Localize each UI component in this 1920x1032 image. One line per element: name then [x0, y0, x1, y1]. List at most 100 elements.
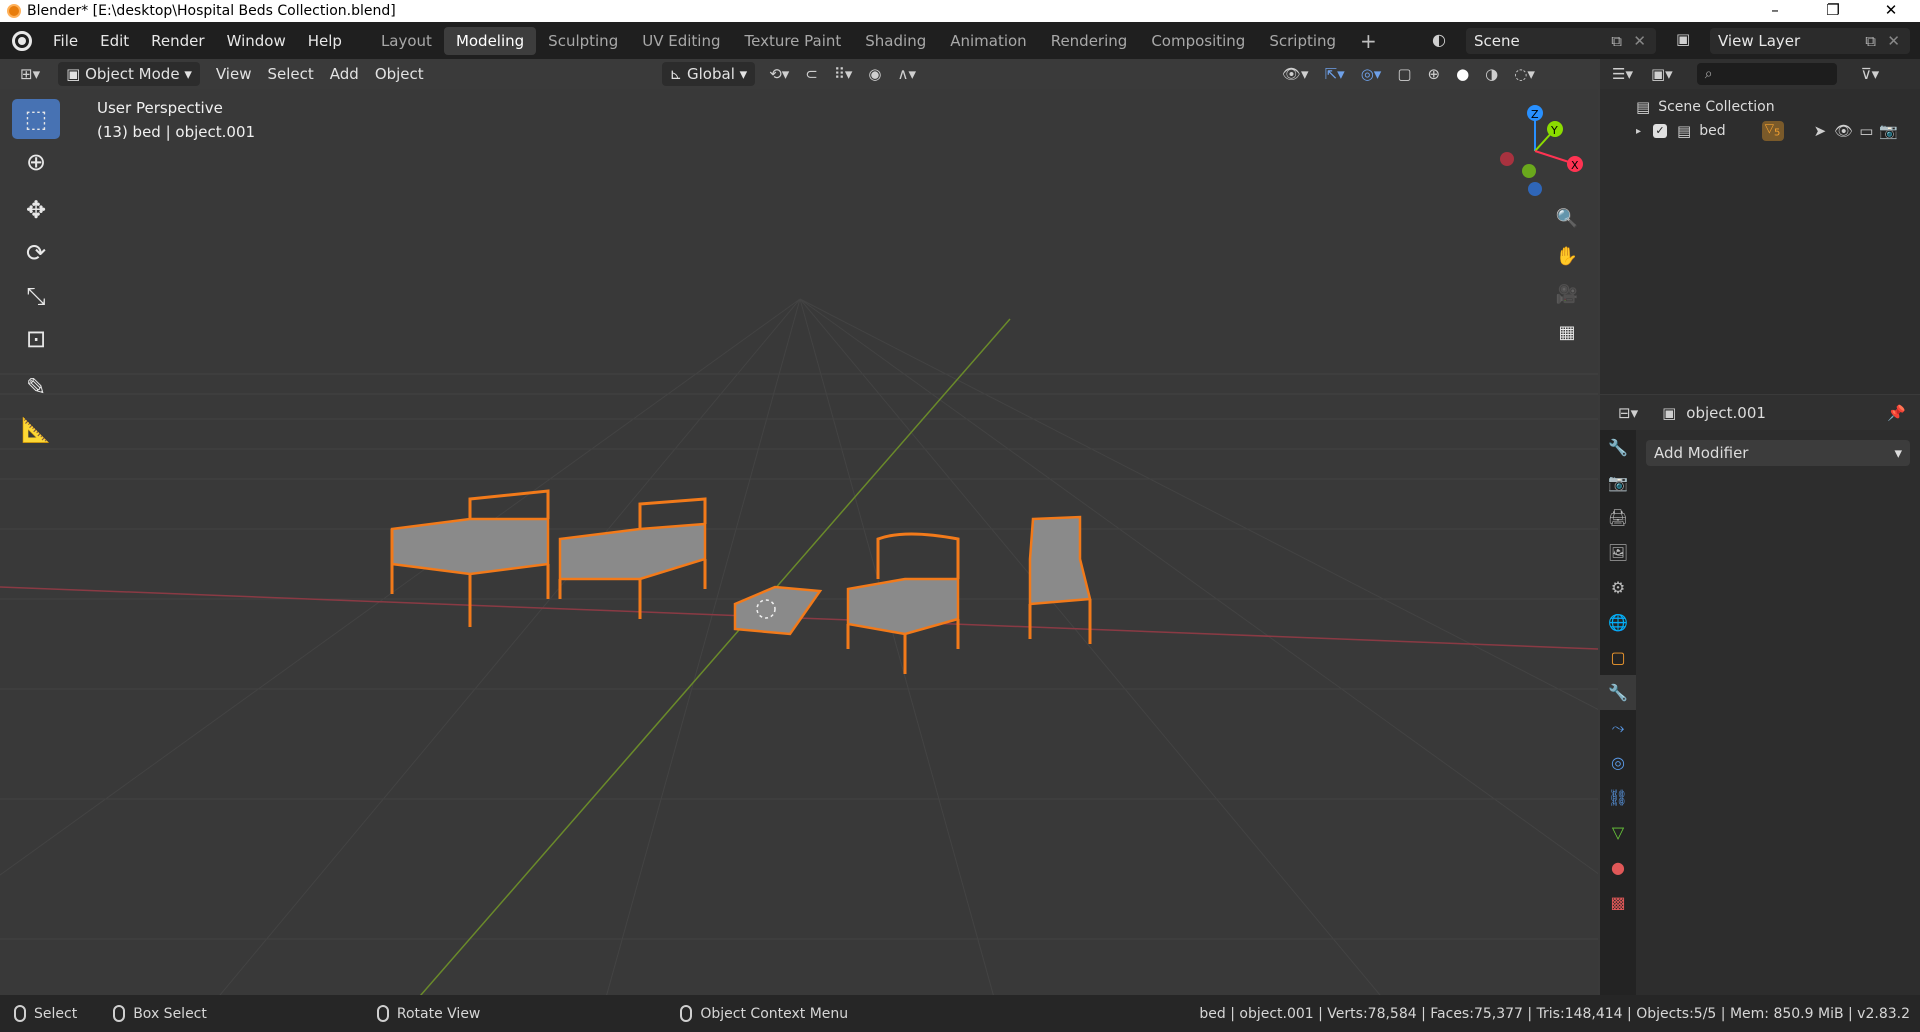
header-menu-add[interactable]: Add — [322, 62, 367, 86]
tab-animation[interactable]: Animation — [938, 27, 1038, 55]
stretcher-object-active[interactable] — [733, 585, 823, 636]
hint-box-select: Box Select — [133, 1005, 207, 1022]
texture-tab-icon[interactable]: ▩ — [1600, 885, 1636, 920]
snap-icon[interactable]: ⊂ — [797, 62, 826, 86]
object-data-tab-icon[interactable]: ▽ — [1600, 815, 1636, 850]
camera-view-icon[interactable]: 🎥 — [1550, 277, 1584, 311]
rotate-tool-icon[interactable]: ⟳ — [12, 233, 60, 273]
wireframe-shading-icon[interactable]: ⊕ — [1420, 62, 1449, 86]
blender-menu-icon[interactable] — [12, 30, 32, 51]
render-disable-icon[interactable]: 📷 — [1879, 122, 1898, 140]
gizmo-neg-z-icon[interactable] — [1528, 182, 1542, 196]
move-tool-icon[interactable]: ✥ — [12, 190, 60, 230]
render-tab-icon[interactable]: 📷 — [1600, 465, 1636, 500]
transform-orientation-dropdown[interactable]: ⊾ Global ▾ — [661, 62, 756, 86]
tab-compositing[interactable]: Compositing — [1139, 27, 1257, 55]
menu-render[interactable]: Render — [140, 32, 215, 50]
snap-target-icon[interactable]: ⠿▾ — [826, 62, 861, 86]
properties-editor-icon[interactable]: ⊟▾ — [1618, 404, 1638, 422]
world-tab-icon[interactable]: 🌐 — [1600, 605, 1636, 640]
physics-tab-icon[interactable]: ◎ — [1600, 745, 1636, 780]
expand-arrow-icon[interactable]: ▸ — [1636, 126, 1641, 137]
tab-layout[interactable]: Layout — [369, 27, 444, 55]
outliner-editor-icon[interactable]: ☰▾ — [1612, 65, 1633, 83]
menu-window[interactable]: Window — [216, 32, 297, 50]
measure-tool-icon[interactable]: 📐 — [12, 410, 60, 450]
outliner-row-bed[interactable]: ▸ ✓ ▤ bed ▽5 ➤ 👁 ▭ 📷 — [1600, 119, 1920, 143]
scene-field[interactable]: Scene ⧉ ✕ — [1466, 28, 1656, 54]
scale-tool-icon[interactable]: ⤡ — [12, 276, 60, 316]
select-box-tool-icon[interactable]: ⬚ — [12, 99, 60, 139]
navigation-gizmo[interactable]: Z Y X — [1480, 101, 1590, 201]
view-layer-field[interactable]: View Layer ⧉ ✕ — [1710, 28, 1910, 54]
menu-edit[interactable]: Edit — [89, 32, 140, 50]
modifier-tab-icon[interactable]: 🔧 — [1600, 675, 1636, 710]
new-view-layer-icon[interactable]: ⧉ — [1865, 28, 1876, 54]
pin-icon[interactable]: 📌 — [1887, 404, 1906, 422]
view-layer-icon[interactable]: ▣ — [1676, 30, 1690, 48]
falloff-icon[interactable]: ∧▾ — [889, 62, 924, 86]
zoom-view-icon[interactable]: 🔍 — [1550, 201, 1584, 235]
header-menu-view[interactable]: View — [208, 62, 260, 86]
menu-file[interactable]: File — [42, 32, 89, 50]
maximize-button[interactable]: ❐ — [1804, 0, 1862, 22]
filter-icon[interactable]: ⊽▾ — [1861, 65, 1880, 83]
close-button[interactable]: ✕ — [1862, 0, 1920, 22]
particles-tab-icon[interactable]: ⤳ — [1600, 710, 1636, 745]
scene-selector-icon[interactable]: ◐ — [1432, 30, 1446, 49]
output-tab-icon[interactable]: 🖨 — [1600, 500, 1636, 535]
exclude-checkbox[interactable]: ✓ — [1653, 124, 1668, 138]
tab-rendering[interactable]: Rendering — [1039, 27, 1140, 55]
bed-object-1[interactable] — [390, 489, 550, 627]
delete-scene-icon[interactable]: ✕ — [1633, 28, 1646, 54]
scene-tab-icon[interactable]: ⚙ — [1600, 570, 1636, 605]
transform-tool-icon[interactable]: ⊡ — [12, 319, 60, 359]
mode-dropdown[interactable]: ▣ Object Mode ▾ — [58, 62, 200, 86]
bed-object-2[interactable] — [558, 497, 707, 619]
cursor-tool-icon[interactable]: ⊕ — [12, 142, 60, 182]
chair-object[interactable] — [1028, 515, 1092, 644]
tool-tab-icon[interactable]: 🔧 — [1600, 430, 1636, 465]
tab-scripting[interactable]: Scripting — [1257, 27, 1348, 55]
display-mode-icon[interactable]: ▣▾ — [1651, 65, 1673, 83]
overlay-toggle-icon[interactable]: ◎▾ — [1353, 62, 1390, 86]
outliner-search-input[interactable]: ⌕ — [1696, 63, 1837, 85]
header-menu-select[interactable]: Select — [259, 62, 321, 86]
visibility-toggle-icon[interactable]: 👁 — [1834, 122, 1853, 140]
object-tab-icon[interactable]: ▢ — [1600, 640, 1636, 675]
tab-modeling[interactable]: Modeling — [443, 26, 537, 55]
new-scene-icon[interactable]: ⧉ — [1611, 28, 1622, 54]
bed-object-3[interactable] — [846, 532, 960, 674]
header-menu-object[interactable]: Object — [367, 62, 432, 86]
pivot-point-icon[interactable]: ⟲▾ — [761, 62, 797, 86]
proportional-edit-icon[interactable]: ◉ — [860, 62, 889, 86]
minimize-button[interactable]: – — [1746, 0, 1804, 22]
delete-view-layer-icon[interactable]: ✕ — [1887, 28, 1900, 54]
select-toggle-icon[interactable]: ➤ — [1814, 122, 1827, 140]
tab-sculpting[interactable]: Sculpting — [536, 27, 630, 55]
solid-shading-icon[interactable]: ● — [1448, 62, 1477, 86]
annotate-tool-icon[interactable]: ✎ — [12, 367, 60, 407]
visibility-icon[interactable]: 👁▾ — [1274, 62, 1317, 86]
tab-shading[interactable]: Shading — [853, 27, 938, 55]
xray-toggle-icon[interactable]: ▢ — [1389, 62, 1419, 86]
material-tab-icon[interactable]: ● — [1600, 850, 1636, 885]
gizmo-neg-x-icon[interactable] — [1500, 152, 1514, 166]
constraints-tab-icon[interactable]: ⛓ — [1600, 780, 1636, 815]
gizmo-neg-y-icon[interactable] — [1522, 164, 1536, 178]
view-layer-tab-icon[interactable]: 🖼 — [1600, 535, 1636, 570]
gizmo-toggle-icon[interactable]: ⇱▾ — [1317, 62, 1353, 86]
material-shading-icon[interactable]: ◑ — [1477, 62, 1506, 86]
tab-uv-editing[interactable]: UV Editing — [630, 27, 732, 55]
menu-help[interactable]: Help — [297, 32, 353, 50]
add-workspace-icon[interactable]: + — [1348, 27, 1389, 55]
rendered-shading-icon[interactable]: ◌▾ — [1506, 62, 1543, 86]
scene-collection-row[interactable]: ▤ Scene Collection — [1600, 95, 1920, 119]
viewport-disable-icon[interactable]: ▭ — [1859, 122, 1873, 140]
3d-viewport[interactable]: User Perspective (13) bed | object.001 ⬚… — [0, 89, 1598, 995]
editor-type-icon[interactable]: ⊞▾ — [12, 62, 48, 86]
ortho-toggle-icon[interactable]: ▦ — [1550, 315, 1584, 349]
tab-texture-paint[interactable]: Texture Paint — [732, 27, 853, 55]
add-modifier-dropdown[interactable]: Add Modifier ▾ — [1646, 440, 1910, 466]
pan-view-icon[interactable]: ✋ — [1550, 239, 1584, 273]
